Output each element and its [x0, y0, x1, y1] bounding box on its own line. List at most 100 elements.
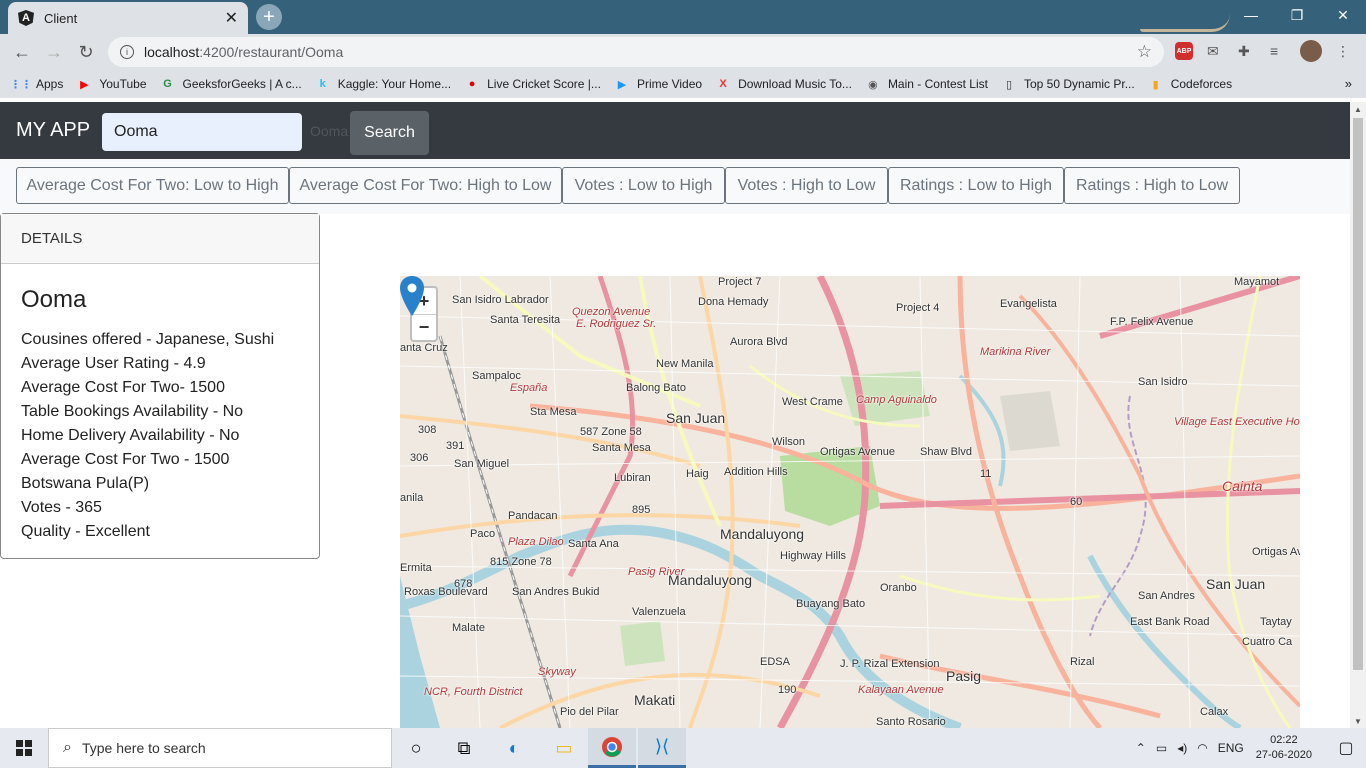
profile-avatar[interactable]: [1300, 40, 1322, 62]
scroll-thumb[interactable]: [1353, 118, 1363, 670]
map-label: Cuatro Ca: [1242, 636, 1293, 648]
bookmark-item[interactable]: G GeeksforGeeks | A c...: [161, 77, 302, 91]
sort-votes-high-low-button[interactable]: Votes : High to Low: [725, 167, 888, 204]
map-label: Evangelista: [1000, 298, 1057, 310]
map-label: Roxas Boulevard: [404, 586, 488, 598]
browser-tab[interactable]: A Client ✕: [8, 2, 248, 34]
bookmark-item[interactable]: ● Live Cricket Score |...: [465, 77, 601, 91]
page-scrollbar[interactable]: ▲ ▼: [1350, 102, 1366, 728]
search-button[interactable]: Search: [350, 111, 429, 155]
bookmark-label: Codeforces: [1170, 77, 1233, 91]
adblock-icon[interactable]: ABP: [1175, 40, 1193, 62]
details-body: Ooma Cousines offered - Japanese, Sushi …: [1, 264, 319, 566]
sort-ratings-high-low-button[interactable]: Ratings : High to Low: [1064, 167, 1240, 204]
map-label: Rizal: [1070, 656, 1095, 668]
map-marker-icon[interactable]: [400, 276, 424, 316]
detail-cuisines: Cousines offered - Japanese, Sushi: [21, 331, 275, 348]
bookmark-item[interactable]: X Download Music To...: [716, 77, 852, 91]
new-tab-button[interactable]: +: [256, 4, 282, 30]
zoom-out-button[interactable]: −: [412, 314, 436, 340]
detail-rating: Average User Rating - 4.9: [21, 355, 206, 372]
edge-icon[interactable]: ◐: [490, 728, 538, 768]
map-label: Skyway: [538, 666, 576, 678]
map-label: Addition Hills: [724, 466, 788, 478]
map-label: Santa Mesa: [592, 442, 651, 454]
bookmark-item[interactable]: ▮ Codeforces: [1149, 77, 1232, 91]
task-view-icon[interactable]: ⧉: [440, 728, 488, 768]
app-brand[interactable]: MY APP: [16, 119, 90, 142]
notifications-icon[interactable]: ▢: [1326, 738, 1366, 758]
map-label: 190: [778, 684, 797, 696]
map-label: 815 Zone 78: [490, 556, 552, 568]
info-icon[interactable]: i: [120, 45, 134, 59]
menu-dots-icon[interactable]: ⋮: [1336, 40, 1350, 62]
map-label: Balong Bato: [626, 382, 686, 394]
scroll-down-icon[interactable]: ▼: [1350, 714, 1366, 728]
forward-icon[interactable]: →: [38, 36, 70, 68]
map-label: East Bank Road: [1130, 616, 1210, 628]
bookmark-item[interactable]: ⋮⋮ Apps: [10, 77, 63, 91]
minimize-icon[interactable]: —: [1228, 0, 1274, 30]
language-indicator[interactable]: ENG: [1218, 741, 1244, 755]
map-label: Pasig: [946, 668, 982, 684]
detail-quality: Quality - Excellent: [21, 523, 150, 540]
search-input[interactable]: [102, 113, 302, 151]
map-view[interactable]: San Isidro Labrador Santa Teresita Quezon …: [400, 276, 1300, 728]
reload-icon[interactable]: ↻: [70, 36, 102, 68]
media-queue-icon[interactable]: ≡: [1270, 40, 1278, 62]
map-label: Ortigas Ave: [1252, 546, 1300, 558]
map-label: Taytay: [1260, 616, 1292, 628]
mail-icon[interactable]: ✉: [1207, 40, 1219, 62]
map-label: Project 7: [718, 276, 762, 288]
bookmark-label: Download Music To...: [738, 77, 852, 91]
file-explorer-icon[interactable]: ▭: [540, 728, 588, 768]
map-label: Cainta: [1222, 478, 1263, 494]
volume-icon[interactable]: ◂): [1177, 741, 1187, 755]
map-label: Highway Hills: [780, 550, 847, 562]
restore-icon[interactable]: ❐: [1274, 0, 1320, 30]
map-label: Oranbo: [880, 582, 917, 594]
sort-ratings-low-high-button[interactable]: Ratings : Low to High: [888, 167, 1064, 204]
map-label: Sampaloc: [472, 370, 521, 382]
bookmark-star-icon[interactable]: ☆: [1137, 42, 1152, 62]
bookmark-label: Prime Video: [636, 77, 703, 91]
bookmark-item[interactable]: ▯ Top 50 Dynamic Pr...: [1002, 77, 1135, 91]
bookmark-item[interactable]: ▶ YouTube: [77, 77, 146, 91]
map-label: Quezon Avenue: [572, 306, 651, 318]
taskbar-search-placeholder: Type here to search: [81, 740, 206, 756]
bookmarks-bar: ⋮⋮ Apps ▶ YouTube G GeeksforGeeks | A c... k Ka…: [0, 70, 1366, 98]
sort-votes-low-high-button[interactable]: Votes : Low to High: [562, 167, 725, 204]
map-label: New Manila: [656, 358, 714, 370]
extensions-icon[interactable]: ✚: [1238, 40, 1250, 62]
battery-icon[interactable]: ▭: [1156, 741, 1167, 755]
close-icon[interactable]: ✕: [225, 8, 238, 28]
cortana-icon[interactable]: ○: [392, 728, 440, 768]
more-bookmarks-icon[interactable]: »: [1345, 76, 1352, 91]
sort-cost-low-high-button[interactable]: Average Cost For Two: Low to High: [16, 167, 289, 204]
vscode-icon[interactable]: ⟩⟨: [638, 728, 686, 768]
clock[interactable]: 02:22 27-06-2020: [1256, 733, 1312, 763]
bookmark-item[interactable]: ▶ Prime Video: [615, 77, 702, 91]
map-label: Lubiran: [614, 472, 651, 484]
tray-chevron-icon[interactable]: ⌃: [1136, 741, 1146, 755]
map-label: Malate: [452, 622, 486, 634]
chrome-icon[interactable]: [588, 728, 636, 768]
window-close-icon[interactable]: ✕: [1320, 0, 1366, 30]
bookmark-item[interactable]: ◉ Main - Contest List: [866, 77, 988, 91]
scroll-up-icon[interactable]: ▲: [1350, 102, 1366, 116]
sort-cost-high-low-button[interactable]: Average Cost For Two: High to Low: [289, 167, 562, 204]
wifi-icon[interactable]: ◠: [1197, 741, 1207, 755]
system-tray: ⌃ ▭ ◂) ◠ ENG 02:22 27-06-2020 ▢: [1136, 728, 1366, 768]
map-label: 11: [980, 468, 992, 480]
map-label: 895: [632, 504, 651, 516]
address-bar[interactable]: i localhost:4200/restaurant/Ooma ☆: [108, 37, 1164, 67]
bookmark-label: GeeksforGeeks | A c...: [182, 77, 302, 91]
bookmark-item[interactable]: k Kaggle: Your Home...: [316, 77, 451, 91]
taskbar-search[interactable]: ⌕ Type here to search: [48, 728, 392, 768]
back-icon[interactable]: ←: [6, 36, 38, 68]
detail-home-delivery: Home Delivery Availability - No: [21, 427, 240, 444]
start-button[interactable]: [0, 728, 48, 768]
map-label: anila: [400, 492, 424, 504]
url-text: localhost:4200/restaurant/Ooma: [144, 44, 344, 60]
tab-title: Client: [44, 10, 78, 26]
